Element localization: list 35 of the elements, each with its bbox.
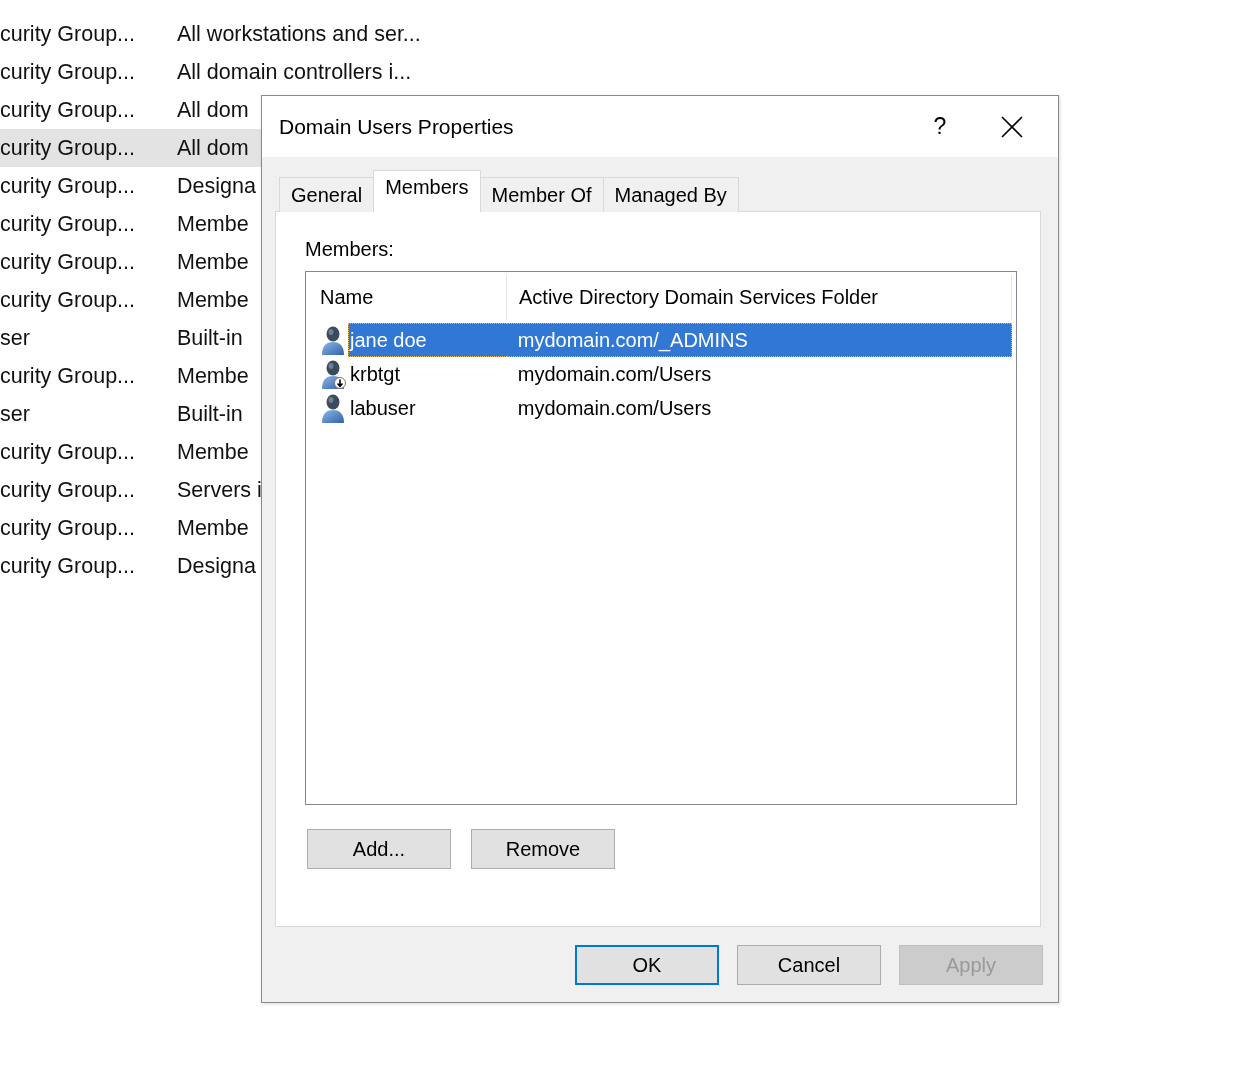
type-cell[interactable]: ser: [0, 319, 177, 357]
tab[interactable]: Managed By: [602, 177, 739, 212]
type-cell[interactable]: curity Group...: [0, 167, 177, 205]
type-cell[interactable]: curity Group...: [0, 53, 177, 91]
remove-button[interactable]: Remove: [471, 829, 615, 869]
help-button[interactable]: ?: [916, 104, 964, 149]
type-cell[interactable]: curity Group...: [0, 205, 177, 243]
type-cell[interactable]: curity Group...: [0, 547, 177, 585]
description-cell[interactable]: All domain controllers i...: [177, 53, 421, 91]
type-cell[interactable]: curity Group...: [0, 433, 177, 471]
cancel-button[interactable]: Cancel: [737, 945, 881, 985]
tab[interactable]: Members: [373, 170, 481, 212]
member-name-cell[interactable]: labuser: [348, 391, 507, 425]
members-label: Members:: [305, 238, 394, 261]
column-header[interactable]: Name: [307, 275, 507, 320]
folder-cell[interactable]: mydomain.com/_ADMINS: [506, 323, 1012, 357]
add-button[interactable]: Add...: [307, 829, 451, 869]
type-cell[interactable]: curity Group...: [0, 357, 177, 395]
type-cell[interactable]: curity Group...: [0, 129, 177, 167]
type-cell[interactable]: curity Group...: [0, 509, 177, 547]
ok-button[interactable]: OK: [575, 945, 719, 985]
type-cell[interactable]: curity Group...: [0, 15, 177, 53]
type-cell[interactable]: curity Group...: [0, 281, 177, 319]
member-name-cell[interactable]: jane doe: [348, 323, 507, 357]
tab[interactable]: Member Of: [479, 177, 604, 212]
type-cell[interactable]: ser: [0, 395, 177, 433]
column-header[interactable]: Active Directory Domain Services Folder: [507, 275, 1012, 320]
window-title: Domain Users Properties: [279, 114, 515, 139]
type-cell[interactable]: curity Group...: [0, 91, 177, 129]
type-cell[interactable]: curity Group...: [0, 471, 177, 509]
tab[interactable]: General: [279, 177, 375, 212]
close-icon: [1001, 115, 1023, 138]
description-cell[interactable]: All workstations and ser...: [177, 15, 421, 53]
folder-cell[interactable]: mydomain.com/Users: [506, 391, 1012, 425]
type-cell[interactable]: curity Group...: [0, 243, 177, 281]
